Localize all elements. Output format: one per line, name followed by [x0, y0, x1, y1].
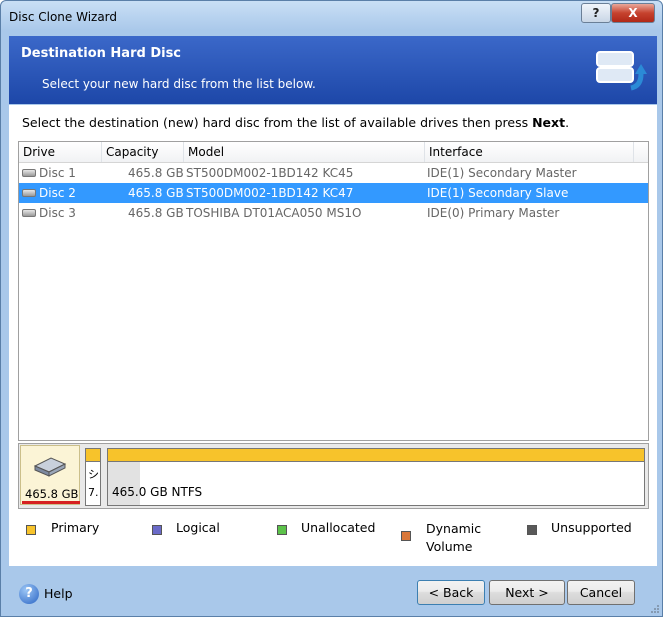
partition-label: シ	[88, 468, 99, 481]
column-header-capacity[interactable]: Capacity	[102, 142, 184, 162]
window-title: Disc Clone Wizard	[9, 10, 118, 24]
hard-disk-icon	[22, 189, 36, 197]
disk-selected-marker	[22, 501, 80, 504]
help-link[interactable]: Help	[44, 586, 73, 601]
partition-label: 465.0 GB NTFS	[112, 485, 203, 499]
column-header-drive[interactable]: Drive	[19, 142, 102, 162]
unsupported-swatch	[527, 525, 537, 535]
drive-name: Disc 1	[39, 166, 76, 180]
disk-map: 465.8 GB シ 7. 465.0 GB NTFS	[18, 443, 649, 509]
primary-bar	[86, 449, 100, 462]
page-title: Destination Hard Disc	[21, 46, 182, 61]
wizard-header: Destination Hard Disc Select your new ha…	[9, 36, 657, 104]
drive-capacity: 465.8 GB	[128, 186, 184, 200]
drive-model: ST500DM002-1BD142 KC45	[186, 166, 354, 180]
disk-size: 465.8 GB	[25, 487, 79, 501]
hard-disk-icon	[22, 209, 36, 217]
drive-interface: IDE(1) Secondary Master	[427, 166, 577, 180]
hard-disk-icon	[22, 169, 36, 177]
drive-row[interactable]: Disc 3 465.8 GB TOSHIBA DT01ACA050 MS1O …	[19, 203, 648, 223]
logical-swatch	[152, 525, 162, 535]
unallocated-swatch	[277, 525, 287, 535]
drive-list[interactable]: Drive Capacity Model Interface Disc 1 46…	[18, 141, 649, 441]
partition-size: 7.	[88, 486, 99, 499]
disk-map-disk[interactable]: 465.8 GB	[20, 445, 80, 505]
primary-swatch	[26, 525, 36, 535]
content-area: Select the destination (new) hard disc f…	[9, 105, 657, 566]
next-button[interactable]: Next >	[489, 580, 565, 605]
list-header: Drive Capacity Model Interface	[19, 142, 648, 163]
dynamic-volume-swatch	[401, 531, 411, 541]
cancel-button[interactable]: Cancel	[567, 580, 635, 605]
page-subtitle: Select your new hard disc from the list …	[42, 77, 316, 91]
wizard-footer: ? Help < Back Next > Cancel	[9, 567, 657, 611]
drive-name: Disc 3	[39, 206, 76, 220]
drive-interface: IDE(0) Primary Master	[427, 206, 560, 220]
wizard-window: Disc Clone Wizard ? X Destination Hard D…	[0, 0, 663, 617]
drive-row-selected[interactable]: Disc 2 465.8 GB ST500DM002-1BD142 KC47 I…	[19, 183, 648, 203]
partition-main[interactable]: 465.0 GB NTFS	[107, 448, 645, 506]
back-button[interactable]: < Back	[417, 580, 485, 605]
title-bar: Disc Clone Wizard ? X	[1, 1, 662, 35]
drive-name: Disc 2	[39, 186, 76, 200]
partition-legend: Primary Logical Unallocated Dynamic Volu…	[9, 520, 657, 564]
drive-interface: IDE(1) Secondary Slave	[427, 186, 569, 200]
hard-disk-icon	[33, 457, 67, 477]
instruction-text: Select the destination (new) hard disc f…	[22, 115, 570, 130]
resize-grip-icon[interactable]	[650, 604, 660, 614]
disc-clone-icon	[596, 51, 647, 91]
column-header-interface[interactable]: Interface	[425, 142, 634, 162]
close-button[interactable]: X	[611, 3, 655, 23]
help-icon[interactable]: ?	[19, 584, 39, 604]
partition-small[interactable]: シ 7.	[85, 448, 101, 506]
primary-bar	[108, 449, 644, 462]
drive-model: ST500DM002-1BD142 KC47	[186, 186, 354, 200]
column-header-model[interactable]: Model	[184, 142, 425, 162]
drive-row[interactable]: Disc 1 465.8 GB ST500DM002-1BD142 KC45 I…	[19, 163, 648, 183]
title-help-button[interactable]: ?	[581, 3, 611, 23]
drive-capacity: 465.8 GB	[128, 206, 184, 220]
drive-model: TOSHIBA DT01ACA050 MS1O	[186, 206, 362, 220]
drive-capacity: 465.8 GB	[128, 166, 184, 180]
